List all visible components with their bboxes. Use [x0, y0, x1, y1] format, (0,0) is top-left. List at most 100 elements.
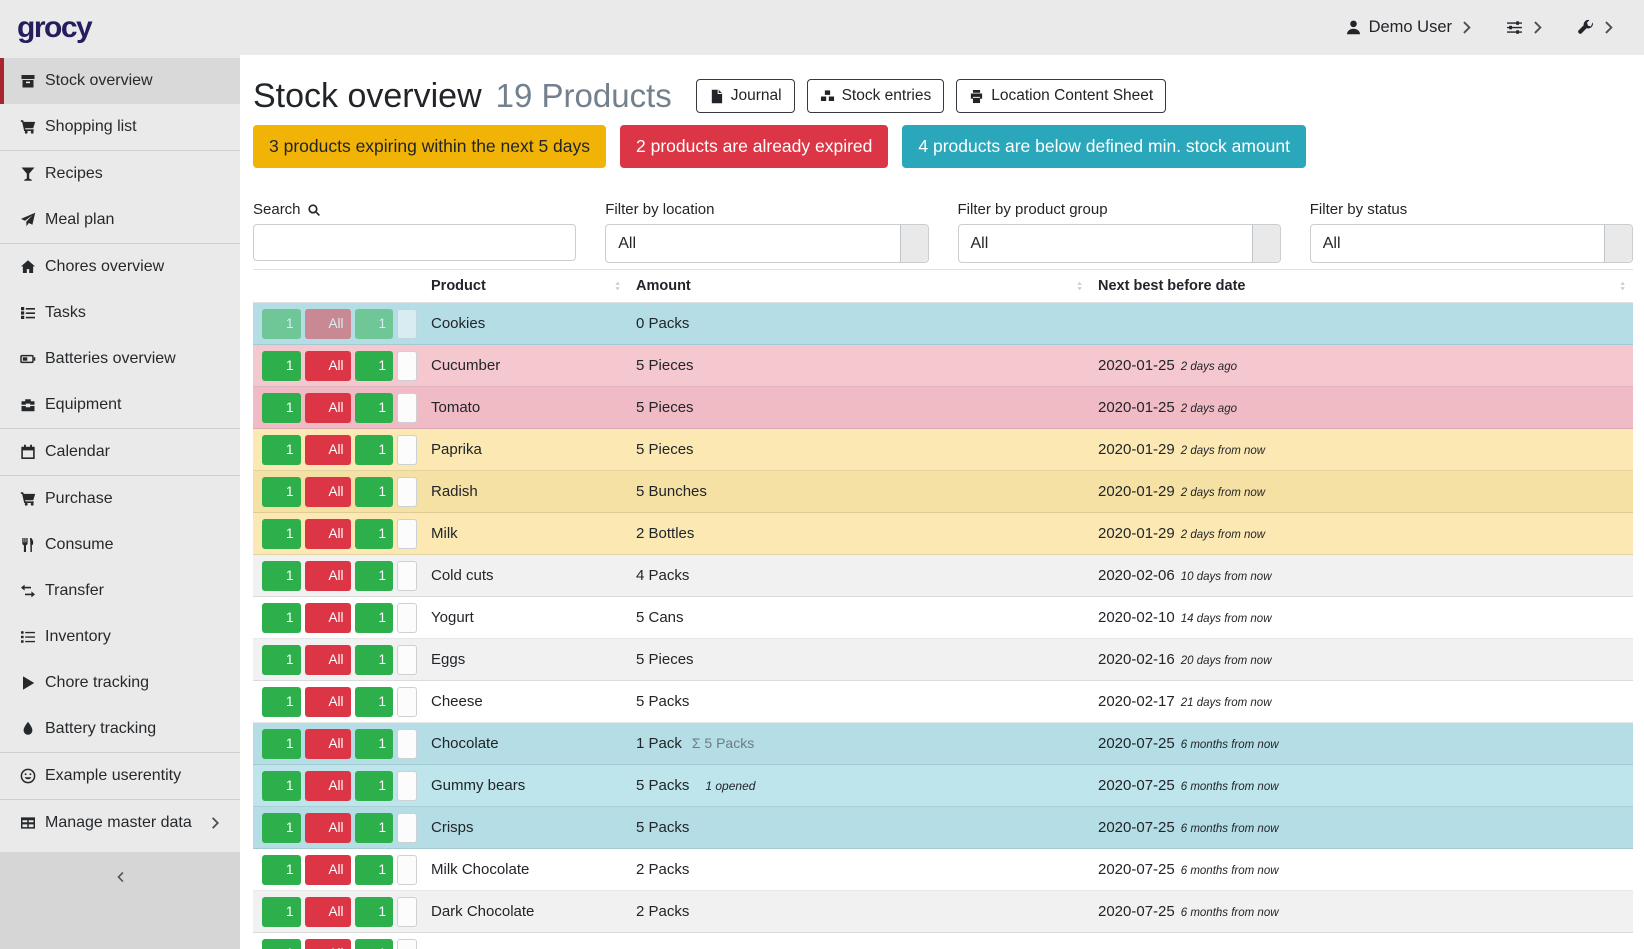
consume-all-button[interactable]: All: [305, 477, 351, 507]
consume-one-button[interactable]: 1: [262, 393, 301, 423]
consume-all-button[interactable]: All: [305, 939, 351, 949]
row-menu-button[interactable]: [397, 351, 417, 381]
row-menu-button[interactable]: [397, 771, 417, 801]
open-one-button[interactable]: 1: [355, 645, 394, 675]
open-one-button[interactable]: 1: [355, 309, 394, 339]
row-menu-button[interactable]: [397, 603, 417, 633]
open-one-button[interactable]: 1: [355, 435, 394, 465]
open-one-button[interactable]: 1: [355, 855, 394, 885]
row-menu-button[interactable]: [397, 309, 417, 339]
sidebar-item-calendar[interactable]: Calendar: [0, 429, 240, 475]
consume-all-button[interactable]: All: [305, 687, 351, 717]
row-menu-button[interactable]: [397, 435, 417, 465]
open-one-button[interactable]: 1: [355, 687, 394, 717]
sidebar-item-purchase[interactable]: Purchase: [0, 476, 240, 522]
row-menu-button[interactable]: [397, 813, 417, 843]
sidebar-item-manage-master-data[interactable]: Manage master data: [0, 800, 240, 846]
journal-button[interactable]: Journal: [696, 79, 795, 113]
open-one-button[interactable]: 1: [355, 561, 394, 591]
sidebar-item-inventory[interactable]: Inventory: [0, 614, 240, 660]
row-menu-button[interactable]: [397, 519, 417, 549]
open-one-button[interactable]: 1: [355, 771, 394, 801]
settings-menu[interactable]: [1506, 19, 1547, 36]
row-menu-button[interactable]: [397, 939, 417, 949]
row-menu-button[interactable]: [397, 855, 417, 885]
open-one-button[interactable]: 1: [355, 519, 394, 549]
sidebar-item-equipment[interactable]: Equipment: [0, 382, 240, 428]
amount-column-header[interactable]: Amount: [628, 270, 1090, 302]
consume-all-button[interactable]: All: [305, 435, 351, 465]
sidebar-item-batteries-overview[interactable]: Batteries overview: [0, 336, 240, 382]
consume-all-button[interactable]: All: [305, 813, 351, 843]
consume-one-button[interactable]: 1: [262, 855, 301, 885]
consume-one-button[interactable]: 1: [262, 351, 301, 381]
consume-all-button[interactable]: All: [305, 519, 351, 549]
consume-all-button[interactable]: All: [305, 897, 351, 927]
row-menu-button[interactable]: [397, 645, 417, 675]
consume-one-button[interactable]: 1: [262, 939, 301, 949]
consume-all-button[interactable]: All: [305, 351, 351, 381]
filter-select[interactable]: All: [1310, 224, 1633, 263]
consume-one-button[interactable]: 1: [262, 603, 301, 633]
admin-menu[interactable]: [1577, 19, 1618, 36]
open-one-button[interactable]: 1: [355, 603, 394, 633]
row-menu-button[interactable]: [397, 729, 417, 759]
sidebar-collapse-button[interactable]: [0, 852, 240, 949]
consume-one-button[interactable]: 1: [262, 477, 301, 507]
open-one-button[interactable]: 1: [355, 729, 394, 759]
sidebar-item-consume[interactable]: Consume: [0, 522, 240, 568]
row-menu-button[interactable]: [397, 477, 417, 507]
sidebar-item-chore-tracking[interactable]: Chore tracking: [0, 660, 240, 706]
open-one-button[interactable]: 1: [355, 939, 394, 949]
open-one-button[interactable]: 1: [355, 477, 394, 507]
sidebar-item-example-userentity[interactable]: Example userentity: [0, 753, 240, 799]
search-input[interactable]: [253, 224, 576, 261]
sidebar-item-meal-plan[interactable]: Meal plan: [0, 197, 240, 243]
open-one-button[interactable]: 1: [355, 897, 394, 927]
sidebar-item-battery-tracking[interactable]: Battery tracking: [0, 706, 240, 752]
consume-all-button[interactable]: All: [305, 645, 351, 675]
consume-one-button[interactable]: 1: [262, 897, 301, 927]
consume-one-button[interactable]: 1: [262, 561, 301, 591]
consume-one-button[interactable]: 1: [262, 687, 301, 717]
consume-one-button[interactable]: 1: [262, 645, 301, 675]
open-one-button[interactable]: 1: [355, 351, 394, 381]
row-menu-button[interactable]: [397, 897, 417, 927]
sidebar-item-transfer[interactable]: Transfer: [0, 568, 240, 614]
row-menu-button[interactable]: [397, 561, 417, 591]
sidebar-item-recipes[interactable]: Recipes: [0, 151, 240, 197]
row-menu-button[interactable]: [397, 393, 417, 423]
sidebar-item-stock-overview[interactable]: Stock overview: [0, 58, 240, 104]
status-banner[interactable]: 3 products expiring within the next 5 da…: [253, 125, 606, 168]
consume-one-button[interactable]: 1: [262, 435, 301, 465]
status-banner[interactable]: 4 products are below defined min. stock …: [902, 125, 1306, 168]
consume-all-button[interactable]: All: [305, 855, 351, 885]
consume-all-button[interactable]: All: [305, 729, 351, 759]
open-one-button[interactable]: 1: [355, 393, 394, 423]
sidebar-item-label: Batteries overview: [45, 350, 176, 368]
status-banner[interactable]: 2 products are already expired: [620, 125, 888, 168]
user-menu[interactable]: Demo User: [1345, 18, 1476, 37]
sidebar-item-chores-overview[interactable]: Chores overview: [0, 244, 240, 290]
consume-all-button[interactable]: All: [305, 603, 351, 633]
filter-select[interactable]: All: [958, 224, 1281, 263]
date-column-header[interactable]: Next best before date: [1090, 270, 1633, 302]
consume-one-button[interactable]: 1: [262, 771, 301, 801]
sidebar-item-tasks[interactable]: Tasks: [0, 290, 240, 336]
consume-all-button[interactable]: All: [305, 561, 351, 591]
consume-one-button[interactable]: 1: [262, 813, 301, 843]
row-menu-button[interactable]: [397, 687, 417, 717]
consume-all-button[interactable]: All: [305, 771, 351, 801]
product-column-header[interactable]: Product: [423, 270, 628, 302]
open-one-button[interactable]: 1: [355, 813, 394, 843]
sidebar-item-shopping-list[interactable]: Shopping list: [0, 104, 240, 150]
consume-all-button[interactable]: All: [305, 393, 351, 423]
consume-one-button[interactable]: 1: [262, 729, 301, 759]
location-content-sheet-button[interactable]: Location Content Sheet: [956, 79, 1166, 113]
filter-select[interactable]: All: [605, 224, 928, 263]
consume-one-button[interactable]: 1: [262, 309, 301, 339]
consume-one-button[interactable]: 1: [262, 519, 301, 549]
consume-all-button[interactable]: All: [305, 309, 351, 339]
stock-entries-button[interactable]: Stock entries: [807, 79, 945, 113]
app-logo[interactable]: grocy: [0, 11, 91, 45]
